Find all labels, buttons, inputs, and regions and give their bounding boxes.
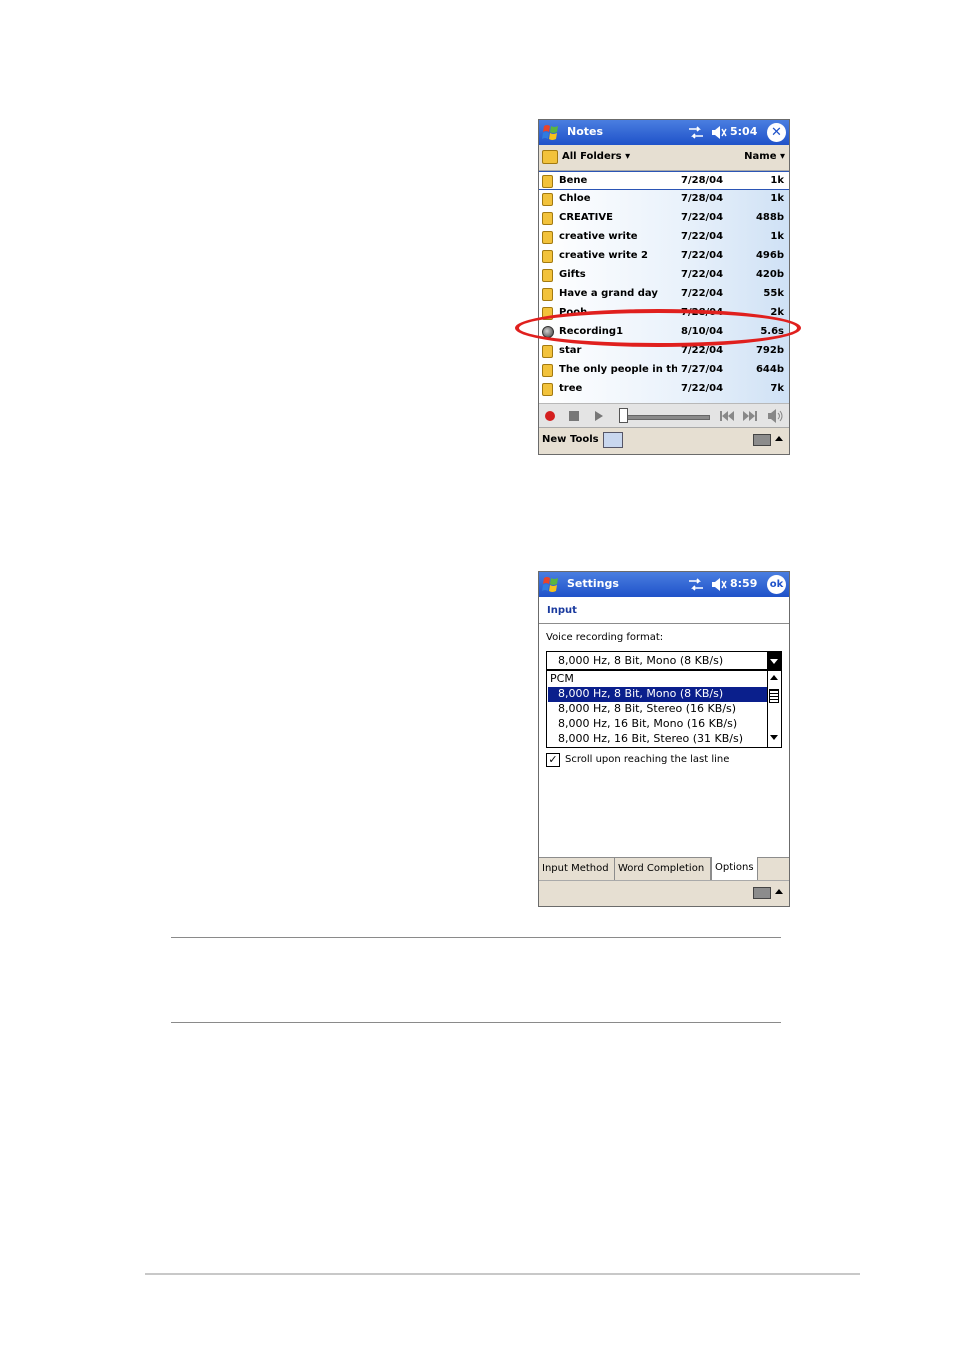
skip-forward-icon[interactable]: [742, 410, 758, 422]
dropdown-option[interactable]: 8,000 Hz, 16 Bit, Stereo (31 KB/s): [548, 732, 767, 747]
start-menu-icon[interactable]: [542, 123, 561, 142]
list-item[interactable]: Chloe 7/28/04 1k: [539, 190, 789, 209]
record-button[interactable]: [541, 407, 559, 425]
option-group-pcm: PCM: [550, 672, 574, 685]
tab-options[interactable]: Options: [711, 857, 758, 880]
list-item[interactable]: Bene 7/28/04 1k: [539, 171, 789, 190]
play-button[interactable]: [589, 407, 607, 425]
folder-bar: All Folders ▾ Name ▾: [539, 145, 789, 171]
clock[interactable]: 8:59: [730, 577, 757, 590]
input-panel-arrow-icon[interactable]: [775, 889, 783, 894]
scroll-up-icon[interactable]: [770, 675, 778, 680]
notes-list: Bene 7/28/04 1k Chloe 7/28/04 1k CREATIV…: [539, 171, 789, 403]
keyboard-icon[interactable]: [753, 887, 771, 899]
stop-icon: [569, 411, 579, 421]
new-menu[interactable]: New: [542, 434, 566, 445]
playback-slider-thumb[interactable]: [619, 408, 628, 423]
start-menu-icon[interactable]: [542, 575, 561, 594]
playback-slider[interactable]: [624, 415, 710, 420]
page-title: Input: [547, 605, 577, 616]
dropdown-option[interactable]: 8,000 Hz, 16 Bit, Mono (16 KB/s): [548, 717, 767, 732]
folder-icon: [542, 383, 553, 396]
app-title: Notes: [567, 125, 604, 138]
volume-icon[interactable]: [711, 125, 727, 140]
tab-word-completion[interactable]: Word Completion: [615, 858, 711, 880]
close-button[interactable]: ✕: [767, 123, 786, 142]
play-icon: [595, 411, 603, 421]
title-bar: Settings 8:59 ok: [539, 572, 789, 597]
list-item[interactable]: The only people in th 7/27/04 644b: [539, 361, 789, 380]
keyboard-icon[interactable]: [753, 434, 771, 446]
clock[interactable]: 5:04: [730, 125, 757, 138]
stop-button[interactable]: [565, 407, 583, 425]
folder-icon: [542, 345, 553, 358]
list-item[interactable]: creative write 2 7/22/04 496b: [539, 247, 789, 266]
notes-screen: Notes 5:04 ✕ All Folders ▾ Name ▾ Bene 7…: [538, 119, 790, 455]
folder-icon: [542, 269, 553, 282]
tab-input-method[interactable]: Input Method: [539, 858, 615, 880]
note-rule-bottom: [171, 1022, 781, 1023]
dropdown-option[interactable]: 8,000 Hz, 8 Bit, Mono (8 KB/s): [548, 687, 767, 702]
command-bar: New Tools: [539, 427, 789, 454]
command-bar: [539, 880, 789, 906]
folder-icon: [542, 364, 553, 377]
speaker-volume-icon[interactable]: [767, 409, 785, 423]
folder-dropdown[interactable]: All Folders ▾: [562, 151, 630, 162]
list-item[interactable]: Have a grand day 7/22/04 55k: [539, 285, 789, 304]
scroll-checkbox-label: Scroll upon reaching the last line: [565, 754, 730, 765]
tab-strip: Input Method Word Completion Options: [539, 857, 789, 881]
skip-back-icon[interactable]: [719, 410, 735, 422]
format-dropdown-list: PCM 8,000 Hz, 8 Bit, Mono (8 KB/s) 8,000…: [546, 670, 782, 748]
record-icon: [545, 411, 555, 421]
app-title: Settings: [567, 577, 619, 590]
recording-toolbar: [539, 403, 789, 428]
title-bar: Notes 5:04 ✕: [539, 120, 789, 145]
ok-button[interactable]: ok: [767, 575, 786, 594]
sort-dropdown[interactable]: Name ▾: [744, 151, 785, 162]
settings-screen: Settings 8:59 ok Input Voice recording f…: [538, 571, 790, 907]
list-item[interactable]: CREATIVE 7/22/04 488b: [539, 209, 789, 228]
folder-icon: [542, 212, 553, 225]
scrollbar-thumb[interactable]: [769, 689, 779, 703]
folder-icon: [542, 231, 553, 244]
divider: [539, 623, 789, 624]
folder-icon: [542, 250, 553, 263]
voice-format-label: Voice recording format:: [546, 632, 664, 643]
highlight-circle: [515, 309, 801, 347]
note-rule-top: [171, 937, 781, 938]
scroll-down-icon[interactable]: [770, 735, 778, 740]
list-item[interactable]: tree 7/22/04 7k: [539, 380, 789, 399]
list-item[interactable]: Gifts 7/22/04 420b: [539, 266, 789, 285]
folder-icon: [542, 150, 558, 164]
folder-icon: [542, 193, 553, 206]
scrollbar[interactable]: [767, 671, 781, 747]
tools-menu[interactable]: Tools: [570, 434, 599, 445]
recording-toolbar-toggle-icon[interactable]: [603, 432, 623, 448]
scroll-checkbox[interactable]: ✓: [546, 753, 560, 767]
tab-strip-fill: [758, 858, 789, 880]
input-panel-arrow-icon[interactable]: [775, 436, 783, 441]
footer-rule: [145, 1273, 860, 1275]
dropdown-option[interactable]: 8,000 Hz, 8 Bit, Stereo (16 KB/s): [548, 702, 767, 717]
voice-format-select[interactable]: 8,000 Hz, 8 Bit, Mono (8 KB/s): [546, 651, 782, 670]
folder-icon: [542, 288, 553, 301]
list-item[interactable]: creative write 7/22/04 1k: [539, 228, 789, 247]
folder-icon: [542, 175, 553, 188]
chevron-down-icon[interactable]: [767, 652, 781, 669]
volume-icon[interactable]: [711, 577, 727, 592]
